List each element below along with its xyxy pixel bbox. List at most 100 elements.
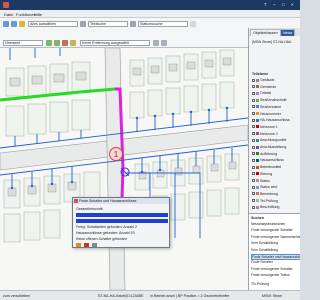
result-item[interactable]: Finde versorgende Sammelschiene	[251, 235, 300, 239]
layer-item[interactable]: Störung	[252, 172, 272, 176]
layer-item[interactable]: Beschriftung	[252, 205, 279, 209]
forward-icon[interactable]	[11, 21, 17, 27]
view-combo[interactable]: Übersicht	[3, 40, 43, 46]
layer-item[interactable]: Ortsteil	[252, 91, 271, 95]
result-item[interactable]: Finde Schalter	[251, 260, 273, 264]
layer-color-swatch	[256, 145, 259, 149]
minimize-icon[interactable]: –	[273, 2, 275, 7]
maximize-icon[interactable]: □	[282, 2, 285, 7]
export-icon[interactable]	[161, 40, 167, 46]
menu-functions[interactable]: Funktionen	[16, 12, 36, 17]
print-icon[interactable]	[153, 40, 159, 46]
layer-checkbox[interactable]	[252, 152, 255, 156]
layer-checkbox[interactable]	[252, 105, 255, 109]
layer-color-swatch	[256, 125, 259, 129]
progress-label: Gesamtfortschritt	[76, 207, 103, 211]
layer-item[interactable]: Betriebsmittel	[252, 165, 281, 169]
layer-item[interactable]: Netzzone 2	[252, 132, 278, 136]
close-icon[interactable]: ×	[291, 2, 294, 7]
layer-item[interactable]: Hausnummer	[252, 112, 281, 116]
stop-icon[interactable]	[84, 243, 89, 247]
result-item[interactable]: Finde versorgende Schalter	[251, 267, 293, 271]
layer-item[interactable]: Anschlusspunkte	[252, 138, 286, 142]
layer-checkbox[interactable]	[252, 78, 255, 82]
export-result-icon[interactable]	[76, 243, 81, 247]
layer-color-swatch	[256, 152, 259, 156]
status-mid2: In Betrieb ansel | BP Position = 2 Geome…	[150, 294, 230, 298]
layer-list-title: Teilebene	[252, 72, 269, 76]
layer-checkbox[interactable]	[252, 172, 255, 176]
layer-checkbox[interactable]	[252, 145, 255, 149]
layer-item[interactable]: Straßenabschnitt	[252, 98, 286, 102]
layer-item[interactable]: Aufführung	[252, 152, 277, 156]
layer-checkbox[interactable]	[252, 199, 255, 203]
back-icon[interactable]	[3, 21, 9, 27]
result-item[interactable]: Kein Schaltleitung	[251, 241, 278, 245]
layer-label: Status	[260, 178, 270, 183]
station-search-input[interactable]: Stationssuche	[138, 21, 188, 27]
selection-combo[interactable]: Alles auswählen	[28, 21, 78, 27]
result-item[interactable]: Finde versorgende Trafos	[251, 273, 290, 277]
layer-label: Störung	[260, 171, 273, 176]
layer-checkbox[interactable]	[252, 205, 255, 209]
result-item[interactable]: Kein Schaltleitung	[251, 248, 278, 252]
result-item[interactable]: Finde versorgende Schalter	[251, 228, 293, 232]
layer-checkbox[interactable]	[252, 118, 255, 122]
map-canvas[interactable]: 1	[0, 48, 248, 290]
layer-color-swatch	[256, 105, 259, 109]
tab-object-classes[interactable]: Objekteklassen	[250, 29, 281, 36]
layer-checkbox[interactable]	[252, 158, 255, 162]
layer-checkbox[interactable]	[252, 98, 255, 102]
select-icon[interactable]	[19, 21, 25, 27]
panel-header: [MSW Strom] ST-NA-HAA	[252, 40, 292, 44]
dialog-title: Finde Schalter und Hausanschlüsse	[73, 198, 169, 204]
status-left: zum verschieben	[3, 294, 31, 298]
find-icon[interactable]	[130, 21, 136, 27]
text-search-input[interactable]: Textsuche	[88, 21, 128, 27]
distance-combo[interactable]: Keine Entfernung ausgewählt	[80, 40, 150, 46]
analysis-dialog: Finde Schalter und Hausanschlüsse Gesamt…	[72, 197, 170, 248]
go-icon[interactable]	[190, 21, 196, 27]
layer-color-swatch	[256, 185, 259, 189]
layer-checkbox[interactable]	[252, 138, 255, 142]
map-view[interactable]: 1	[0, 48, 248, 290]
ruler-icon[interactable]	[70, 40, 76, 46]
layer-item[interactable]: Netzzone 1	[252, 125, 278, 129]
layer-checkbox[interactable]	[252, 132, 255, 136]
zoom-out-icon[interactable]	[54, 40, 60, 46]
layer-item[interactable]: Straßenname	[252, 105, 281, 109]
layer-checkbox[interactable]	[252, 192, 255, 196]
menu-file[interactable]: Datei	[4, 12, 13, 17]
menu-help[interactable]: Hilfe	[34, 12, 42, 17]
measure-icon[interactable]	[62, 40, 68, 46]
layer-item[interactable]: Status	[252, 179, 270, 183]
result-item[interactable]: Finde Schalter und Hausanschlüsse	[251, 254, 300, 260]
layer-checkbox[interactable]	[252, 165, 255, 169]
layer-item[interactable]: Tel-Prüfung	[252, 199, 278, 203]
layer-item[interactable]: HA-Hausanschluss	[252, 118, 290, 122]
search-icon[interactable]	[80, 21, 86, 27]
layer-checkbox[interactable]	[252, 85, 255, 89]
results-title: Suchen	[251, 216, 264, 220]
layer-item[interactable]: Gemeinde	[252, 85, 276, 89]
layer-item[interactable]: Anschlussleitung	[252, 145, 286, 149]
layer-item[interactable]: Gebäude	[252, 78, 274, 82]
layer-item[interactable]: Hausanschluss	[252, 158, 284, 162]
layer-checkbox[interactable]	[252, 112, 255, 116]
layer-label: Netzzone 2	[260, 131, 278, 136]
layer-label: Ortsteil	[260, 91, 272, 96]
layer-checkbox[interactable]	[252, 185, 255, 189]
tab-networks[interactable]: Netze	[280, 29, 296, 36]
zoom-in-icon[interactable]	[46, 40, 52, 46]
layer-item[interactable]: Bemerkung	[252, 192, 278, 196]
layer-label: Anschlussleitung	[260, 145, 287, 149]
layer-label: Netzzone 1	[260, 124, 278, 129]
layer-checkbox[interactable]	[252, 179, 255, 183]
layer-checkbox[interactable]	[252, 91, 255, 95]
layer-item[interactable]: Status wird	[252, 185, 277, 189]
copy-icon[interactable]	[92, 243, 97, 247]
help-icon[interactable]: ?	[264, 2, 266, 7]
layer-checkbox[interactable]	[252, 125, 255, 129]
result-item[interactable]: Netzanalysefunktionen	[251, 222, 285, 226]
layer-color-swatch	[256, 172, 259, 176]
